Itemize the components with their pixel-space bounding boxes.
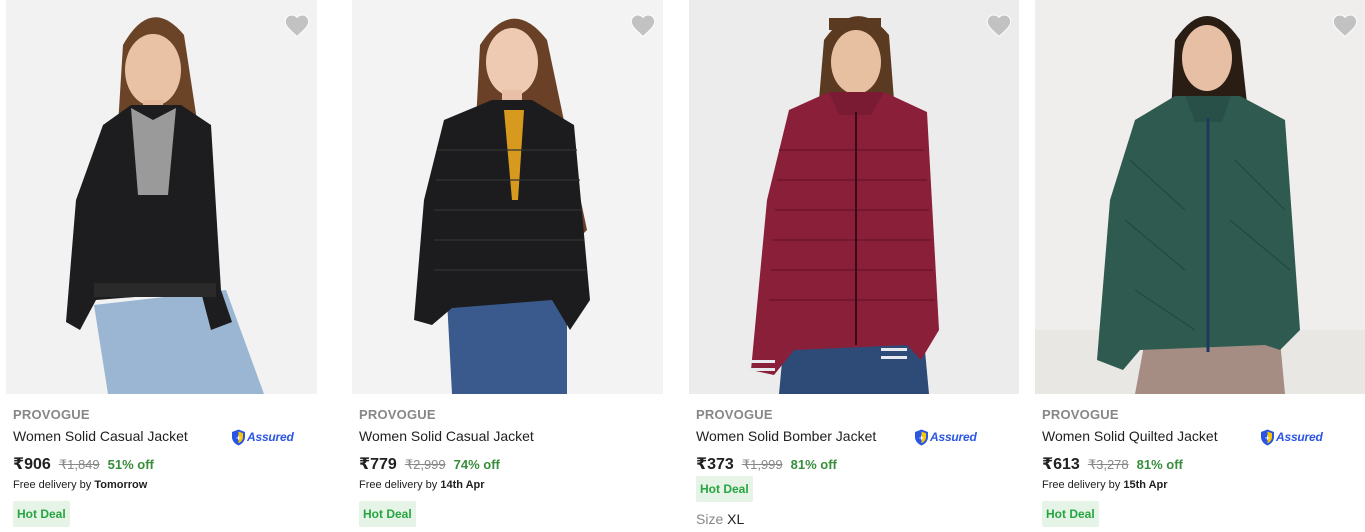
product-title[interactable]: Women Solid Casual Jacket (13, 428, 188, 444)
shield-icon: + (1261, 429, 1274, 445)
product-title[interactable]: Women Solid Casual Jacket (359, 428, 534, 444)
price-row: ₹906 ₹1,849 51% off (13, 454, 336, 474)
assured-label: Assured (930, 430, 977, 444)
delivery-info: Free delivery by Tomorrow (13, 479, 336, 494)
product-image[interactable] (6, 0, 317, 394)
product-photo (1035, 0, 1365, 394)
product-image[interactable] (1035, 0, 1365, 394)
delivery-day: Tomorrow (94, 479, 148, 491)
discount-percent: 81% off (790, 457, 837, 472)
hot-deal-badge: Hot Deal (359, 501, 416, 527)
product-image[interactable] (352, 0, 663, 394)
assured-label: Assured (247, 430, 294, 444)
product-brand: PROVOGUE (13, 407, 90, 422)
delivery-day: 15th Apr (1123, 479, 1168, 491)
shield-icon: + (915, 429, 928, 445)
product-card[interactable]: PROVOGUE Women Solid Casual Jacket ₹779 … (352, 0, 688, 532)
original-price: ₹1,999 (741, 457, 783, 472)
price-row: ₹779 ₹2,999 74% off (359, 454, 682, 474)
product-brand: PROVOGUE (359, 407, 436, 422)
title-row: Women Solid Casual Jacket + Assured (13, 428, 336, 446)
delivery-day: 14th Apr (440, 479, 485, 491)
assured-label: Assured (1276, 430, 1323, 444)
product-card[interactable]: PROVOGUE Women Solid Casual Jacket + Ass… (6, 0, 342, 532)
title-row: Women Solid Casual Jacket (359, 428, 682, 446)
product-card[interactable]: PROVOGUE Women Solid Quilted Jacket + As… (1035, 0, 1365, 532)
selling-price: ₹373 (696, 456, 734, 473)
assured-badge: + Assured (231, 428, 294, 446)
discount-percent: 81% off (1136, 457, 1183, 472)
product-photo (689, 0, 1019, 394)
hot-deal-badge: Hot Deal (13, 501, 70, 527)
svg-text:+: + (919, 434, 925, 442)
delivery-prefix: Free delivery by (13, 479, 92, 491)
selling-price: ₹779 (359, 456, 397, 473)
product-title[interactable]: Women Solid Bomber Jacket (696, 428, 876, 444)
selling-price: ₹906 (13, 456, 51, 473)
product-card[interactable]: PROVOGUE Women Solid Bomber Jacket + Ass… (689, 0, 1025, 532)
svg-text:+: + (1265, 434, 1271, 442)
delivery-prefix: Free delivery by (1042, 479, 1121, 491)
size-info: Size XL (696, 511, 1019, 527)
shield-icon: + (232, 429, 245, 445)
delivery-info: Free delivery by 14th Apr (359, 479, 682, 494)
product-brand: PROVOGUE (1042, 407, 1119, 422)
product-info: PROVOGUE Women Solid Bomber Jacket + Ass… (689, 407, 1025, 527)
delivery-info: Free delivery by 15th Apr (1042, 479, 1365, 494)
product-info: PROVOGUE Women Solid Casual Jacket + Ass… (6, 407, 342, 527)
assured-badge: + Assured (914, 428, 977, 446)
price-row: ₹373 ₹1,999 81% off (696, 454, 1019, 474)
discount-percent: 51% off (107, 457, 154, 472)
heart-icon[interactable] (1331, 12, 1359, 40)
heart-icon[interactable] (985, 12, 1013, 40)
heart-icon[interactable] (283, 12, 311, 40)
original-price: ₹3,278 (1087, 457, 1129, 472)
delivery-prefix: Free delivery by (359, 479, 438, 491)
discount-percent: 74% off (453, 457, 500, 472)
price-row: ₹613 ₹3,278 81% off (1042, 454, 1365, 474)
original-price: ₹2,999 (404, 457, 446, 472)
product-info: PROVOGUE Women Solid Casual Jacket ₹779 … (352, 407, 688, 527)
hot-deal-badge: Hot Deal (696, 476, 753, 502)
product-grid: PROVOGUE Women Solid Casual Jacket + Ass… (0, 0, 1365, 532)
title-row: Women Solid Bomber Jacket + Assured (696, 428, 1019, 446)
original-price: ₹1,849 (58, 457, 100, 472)
product-info: PROVOGUE Women Solid Quilted Jacket + As… (1035, 407, 1365, 527)
title-row: Women Solid Quilted Jacket + Assured (1042, 428, 1365, 446)
product-image[interactable] (689, 0, 1019, 394)
heart-icon[interactable] (629, 12, 657, 40)
product-photo (6, 0, 317, 394)
product-title[interactable]: Women Solid Quilted Jacket (1042, 428, 1218, 444)
product-photo (352, 0, 663, 394)
svg-text:+: + (236, 434, 242, 442)
assured-badge: + Assured (1260, 428, 1323, 446)
product-brand: PROVOGUE (696, 407, 773, 422)
hot-deal-badge: Hot Deal (1042, 501, 1099, 527)
size-value: XL (727, 511, 745, 527)
size-label: Size (696, 511, 724, 527)
selling-price: ₹613 (1042, 456, 1080, 473)
